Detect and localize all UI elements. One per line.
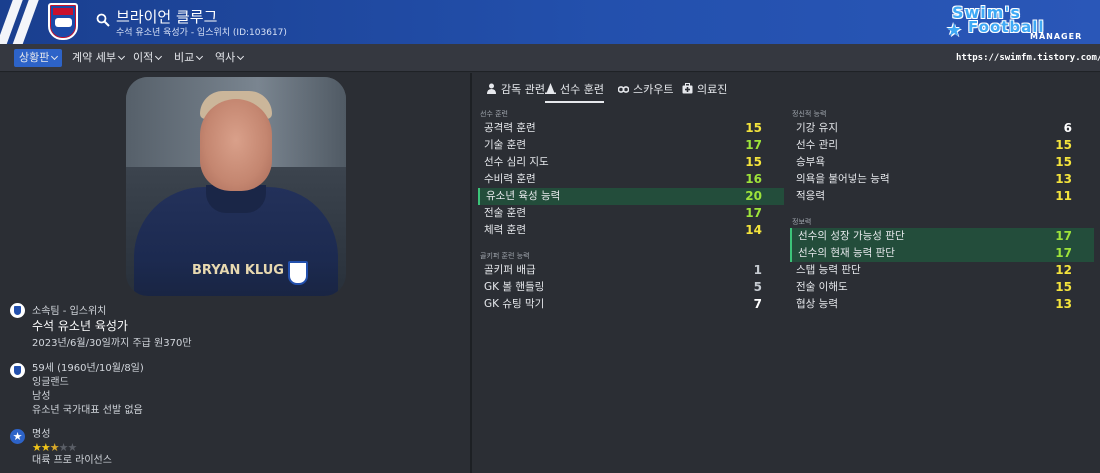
attr-row[interactable]: 의욕을 불어넣는 능력 13 xyxy=(790,171,1094,188)
attr-row-highlight[interactable]: 유소년 육성 능력 20 xyxy=(478,188,784,205)
attr-row[interactable]: 전술 이해도 15 xyxy=(790,279,1094,296)
nation-icon xyxy=(10,363,25,378)
tab-scouting[interactable]: 스카우트 xyxy=(618,81,673,103)
role-title: 수석 유소년 육성가 xyxy=(32,319,128,333)
chevron-down-icon xyxy=(196,52,204,61)
nav-contract[interactable]: 계약 세부 xyxy=(67,49,129,67)
tab-coaching[interactable]: 감독 관련 xyxy=(486,81,545,103)
tab-medical[interactable]: 의료진 xyxy=(682,81,727,103)
logo-text: MANAGER xyxy=(1030,32,1083,41)
staff-subtitle: 수석 유소년 육성가 - 입스위치 (ID:103617) xyxy=(116,28,287,38)
attr-row[interactable]: 체력 훈련 14 xyxy=(478,222,784,239)
section-training-label: 선수 훈련 xyxy=(480,110,508,118)
section-gk-label: 골키퍼 훈련 능력 xyxy=(480,252,530,260)
attr-row[interactable]: 수비력 훈련 16 xyxy=(478,171,784,188)
gender-line: 남성 xyxy=(32,391,51,402)
nav-history[interactable]: 역사 xyxy=(210,49,248,67)
attr-row[interactable]: 공격력 훈련 15 xyxy=(478,120,784,137)
nav-transfer[interactable]: 이적 xyxy=(128,49,166,67)
club-icon xyxy=(10,303,25,318)
attr-row[interactable]: GK 슈팅 막기 7 xyxy=(478,296,784,313)
coach-icon xyxy=(487,83,496,94)
shirt-badge-icon xyxy=(288,261,308,285)
attributes-panel: 감독 관련 선수 훈련 스카우트 의료진 선수 훈련 공격력 훈련 15 기술 훈… xyxy=(472,73,1100,473)
attr-row[interactable]: 선수 관리 15 xyxy=(790,137,1094,154)
chevron-down-icon xyxy=(237,52,245,61)
binoculars-icon xyxy=(618,86,629,93)
attr-row[interactable]: 기강 유지 6 xyxy=(790,120,1094,137)
reputation-stars: ★★★★★ xyxy=(32,441,77,454)
section-mental-label: 정신적 능력 xyxy=(792,110,827,118)
header-bar: 브라이언 클루그 수석 유소년 육성가 - 입스위치 (ID:103617) S… xyxy=(0,0,1100,44)
attr-row[interactable]: GK 볼 핸들링 5 xyxy=(478,279,784,296)
star-icon: ★ xyxy=(10,429,25,444)
chevron-down-icon xyxy=(117,52,126,61)
attr-row[interactable]: 승부욕 15 xyxy=(790,154,1094,171)
medical-kit-icon xyxy=(682,83,693,94)
attr-row-highlight[interactable]: 선수의 성장 가능성 판단 17 xyxy=(790,228,1094,245)
site-url[interactable]: https://swimfm.tistory.com/ xyxy=(956,53,1100,63)
section-knowledge-label: 정보력 xyxy=(792,218,812,226)
reputation-label: 명성 xyxy=(32,429,51,440)
staff-name: 브라이언 클루그 xyxy=(116,8,218,26)
attr-row[interactable]: 적응력 11 xyxy=(790,188,1094,205)
attr-row[interactable]: 협상 능력 13 xyxy=(790,296,1094,313)
attr-row[interactable]: 골키퍼 배급 1 xyxy=(478,262,784,279)
caps-line: 유소년 국가대표 선발 없음 xyxy=(32,405,143,416)
search-icon[interactable] xyxy=(96,13,110,27)
nav-overview[interactable]: 상황판 xyxy=(14,49,63,67)
license-line: 대륙 프로 라이선스 xyxy=(32,455,112,466)
chevron-down-icon xyxy=(51,52,59,61)
attr-row-highlight[interactable]: 선수의 현재 능력 판단 17 xyxy=(790,245,1094,262)
chevron-down-icon xyxy=(155,52,163,61)
nav-bar: 상황판 계약 세부 이적 비교 역사 https://swimfm.tistor… xyxy=(0,44,1100,72)
cone-icon xyxy=(545,83,556,94)
attr-row[interactable]: 기술 훈련 17 xyxy=(478,137,784,154)
nation-line: 잉글랜드 xyxy=(32,377,69,388)
club-line: 소속팀 - 입스위치 xyxy=(32,306,107,317)
attr-row[interactable]: 스탭 능력 판단 12 xyxy=(790,262,1094,279)
profile-panel: BRYAN KLUG 소속팀 - 입스위치 수석 유소년 육성가 2023년/6… xyxy=(0,73,470,473)
site-logo: Swim's ★ Football MANAGER xyxy=(944,2,1094,44)
contract-line: 2023년/6월/30일까지 주급 원370만 xyxy=(32,338,192,349)
logo-star-icon: ★ xyxy=(946,20,963,41)
attr-row[interactable]: 전술 훈련 17 xyxy=(478,205,784,222)
tab-training[interactable]: 선수 훈련 xyxy=(545,81,604,103)
shirt-print: BRYAN KLUG xyxy=(192,263,284,278)
club-crest-icon[interactable] xyxy=(48,3,78,40)
attr-row[interactable]: 선수 심리 지도 15 xyxy=(478,154,784,171)
nav-compare[interactable]: 비교 xyxy=(169,49,207,67)
age-line: 59세 (1960년/10월/8일) xyxy=(32,363,144,374)
staff-photo: BRYAN KLUG xyxy=(126,77,346,296)
